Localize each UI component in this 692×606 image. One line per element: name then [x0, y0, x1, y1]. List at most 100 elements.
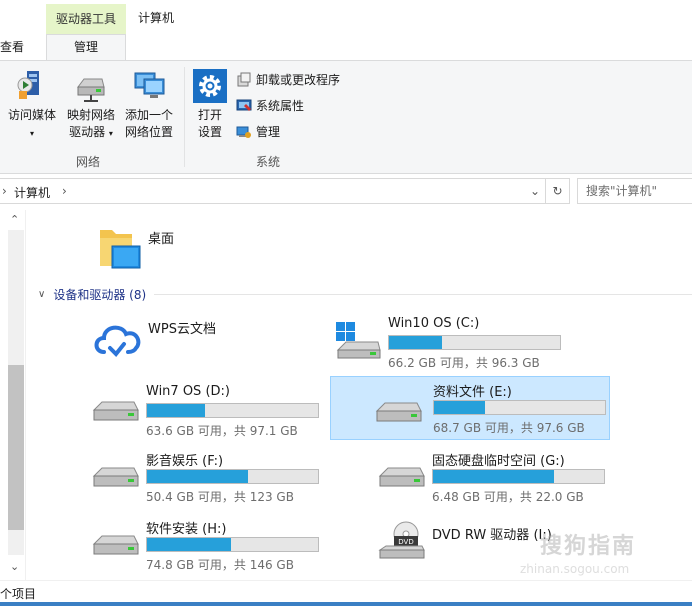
drive-d-usage-fill [147, 404, 206, 417]
vertical-scrollbar-thumb[interactable] [8, 365, 24, 530]
hard-drive-icon [375, 402, 422, 422]
dvd-text: DVD [398, 538, 413, 546]
scroll-down-icon[interactable]: ⌄ [10, 560, 19, 573]
folder-desktop-label: 桌面 [148, 232, 175, 247]
drive-tools-header: 驱动器工具 [46, 4, 126, 34]
windows-drive-icon [336, 322, 381, 359]
drive-g-usage-bar [432, 469, 605, 484]
open-settings-label-2: 设置 [197, 125, 222, 139]
hard-drive-icon [92, 401, 139, 421]
watermark-url: zhinan.sogou.com [520, 562, 630, 576]
gear-icon [193, 69, 227, 103]
system-properties-icon [236, 99, 252, 111]
system-group-label: 系统 [256, 155, 281, 169]
address-bar[interactable]: › 计算机 › ⌄ [0, 178, 546, 204]
title-tab-bar: 驱动器工具 管理 计算机 查看 [0, 0, 692, 60]
network-group-label: 网络 [76, 155, 101, 169]
map-network-drive-button[interactable]: 映射网络 驱动器 ▾ [62, 69, 120, 142]
dvd-drive-icon: DVD [378, 521, 425, 559]
watermark-logo: 搜狗指南 [540, 534, 637, 559]
tab-manage[interactable]: 管理 [46, 34, 126, 60]
wps-cloud-label: WPS云文档 [148, 322, 216, 337]
refresh-button[interactable]: ↻ [546, 178, 570, 204]
drive-d-name: Win7 OS (D:) [146, 384, 230, 399]
hard-drive-icon [378, 467, 425, 487]
drive-e[interactable]: 资料文件 (E:) 68.7 GB 可用，共 97.6 GB [330, 376, 610, 440]
open-settings-button[interactable]: 打开 设置 [190, 69, 230, 141]
drive-f-usage-fill [147, 470, 248, 483]
access-media-button[interactable]: 访问媒体 ▾ [4, 69, 60, 142]
breadcrumb-computer[interactable]: 计算机 [14, 184, 50, 201]
drive-f-name: 影音娱乐 (F:) [146, 454, 224, 469]
drive-c-usage-fill [389, 336, 442, 349]
drive-e-size: 68.7 GB 可用，共 97.6 GB [433, 421, 585, 435]
refresh-icon: ↻ [552, 184, 563, 198]
devices-section-header[interactable]: ∨ 设备和驱动器 (8) [38, 286, 692, 303]
drive-f-usage-bar [146, 469, 319, 484]
drive-f[interactable]: 影音娱乐 (F:) 50.4 GB 可用，共 123 GB [74, 446, 354, 510]
open-settings-label-1: 打开 [197, 108, 222, 122]
hard-drive-icon [92, 535, 139, 555]
wps-cloud-item[interactable]: WPS云文档 [74, 312, 354, 376]
drive-g-name: 固态硬盘临时空间 (G:) [432, 454, 565, 469]
program-box-icon [237, 72, 251, 86]
drive-dvd-name: DVD RW 驱动器 (I:) [432, 528, 552, 543]
network-location-icon [134, 72, 165, 98]
network-drive-icon [77, 78, 105, 102]
chevron-right-icon[interactable]: › [62, 184, 67, 198]
chevron-right-icon[interactable]: › [2, 184, 7, 198]
drive-h-usage-fill [147, 538, 231, 551]
scroll-up-icon[interactable]: ⌃ [10, 213, 19, 226]
add-network-location-button[interactable]: 添加一个 网络位置 [120, 69, 178, 141]
drive-c-size: 66.2 GB 可用，共 96.3 GB [388, 356, 540, 370]
navigation-pane: ⌃ ⌄ [0, 210, 26, 580]
window-bottom-border [0, 602, 692, 606]
drive-g-size: 6.48 GB 可用，共 22.0 GB [432, 490, 584, 504]
drive-f-size: 50.4 GB 可用，共 123 GB [146, 490, 294, 504]
chevron-down-icon: ▾ [29, 129, 34, 138]
drive-e-usage-bar [433, 400, 606, 415]
map-drive-label-2: 驱动器 [69, 125, 106, 139]
system-properties-button[interactable]: 系统属性 [236, 97, 304, 114]
drive-h-size: 74.8 GB 可用，共 146 GB [146, 558, 294, 572]
ribbon-divider [184, 67, 185, 167]
media-server-icon [17, 71, 39, 99]
drive-e-usage-fill [434, 401, 486, 414]
drive-d-usage-bar [146, 403, 319, 418]
manage-label: 管理 [256, 125, 281, 139]
search-input[interactable]: 搜索"计算机" [577, 178, 692, 204]
map-drive-label-1: 映射网络 [66, 108, 115, 122]
content-pane: 桌面 ∨ 设备和驱动器 (8) WPS云文档 Win10 OS (C:) 66.… [30, 210, 692, 580]
drive-d[interactable]: Win7 OS (D:) 63.6 GB 可用，共 97.1 GB [74, 380, 354, 444]
address-row: › 计算机 › ⌄ ↻ 搜索"计算机" [0, 178, 692, 204]
uninstall-label: 卸载或更改程序 [256, 73, 341, 87]
status-item-count: 个项目 [0, 587, 37, 601]
chevron-down-icon: ∨ [38, 289, 46, 300]
drive-h-name: 软件安装 (H:) [146, 522, 227, 537]
add-location-label-2: 网络位置 [124, 125, 173, 139]
uninstall-program-button[interactable]: 卸载或更改程序 [236, 71, 340, 88]
drive-g-usage-fill [433, 470, 555, 483]
add-location-label-1: 添加一个 [124, 108, 173, 122]
desktop-folder-icon [100, 230, 141, 269]
drive-c[interactable]: Win10 OS (C:) 66.2 GB 可用，共 96.3 GB [316, 312, 596, 376]
system-properties-label: 系统属性 [256, 99, 305, 113]
window-title: 计算机 [138, 11, 175, 25]
ribbon: 访问媒体 ▾ 映射网络 驱动器 ▾ 添加一个 网络位置 网络 打开 设置 卸载或… [0, 60, 692, 174]
section-divider [154, 294, 692, 295]
chevron-down-icon: ▾ [108, 129, 113, 138]
drive-h-usage-bar [146, 537, 319, 552]
drive-g[interactable]: 固态硬盘临时空间 (G:) 6.48 GB 可用，共 22.0 GB [360, 446, 640, 510]
manage-button[interactable]: 管理 [236, 123, 280, 140]
chevron-down-icon[interactable]: ⌄ [530, 184, 540, 198]
access-media-label: 访问媒体 [7, 108, 56, 122]
tab-view[interactable]: 查看 [0, 38, 24, 55]
drive-c-usage-bar [388, 335, 561, 350]
cloud-icon [94, 325, 141, 357]
devices-section-title: 设备和驱动器 (8) [53, 288, 147, 302]
drive-h[interactable]: 软件安装 (H:) 74.8 GB 可用，共 146 GB [74, 514, 354, 578]
computer-manage-icon [236, 126, 251, 138]
hard-drive-icon [92, 467, 139, 487]
drive-e-name: 资料文件 (E:) [433, 385, 512, 400]
drive-d-size: 63.6 GB 可用，共 97.1 GB [146, 424, 298, 438]
